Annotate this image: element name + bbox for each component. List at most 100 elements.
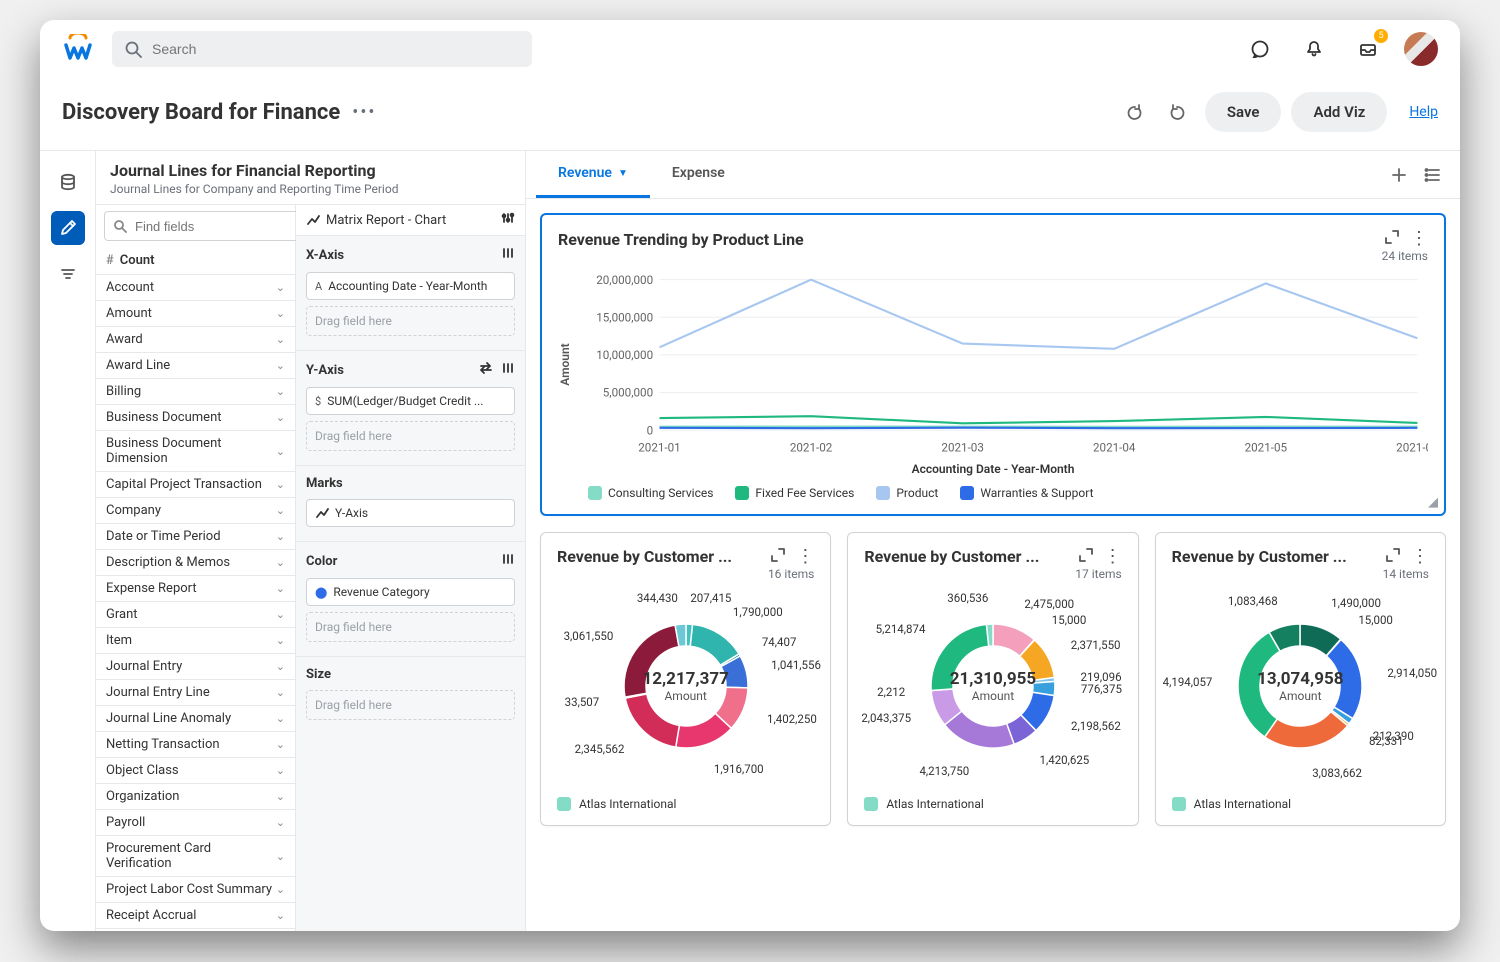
field-row[interactable]: Business Document Dimension⌄ (96, 431, 295, 472)
undo-button[interactable] (1117, 95, 1151, 129)
viz-card-donut[interactable]: Revenue by Customer ...⋮17 items21,310,9… (847, 532, 1138, 826)
yaxis-swap[interactable] (479, 361, 493, 379)
viz-title: Revenue by Customer ... (557, 547, 732, 566)
viz-type-settings[interactable] (501, 211, 515, 229)
field-row[interactable]: Journal Line Anomaly⌄ (96, 706, 295, 732)
add-viz-button[interactable]: Add Viz (1291, 92, 1387, 132)
outline-button[interactable] (1416, 158, 1450, 192)
field-row[interactable]: Journal Entry⌄ (96, 654, 295, 680)
field-row[interactable]: Payroll⌄ (96, 810, 295, 836)
legend-item[interactable]: Atlas International (864, 797, 1121, 811)
xaxis-settings[interactable] (501, 246, 515, 264)
marks-chip[interactable]: Y-Axis (306, 499, 515, 527)
user-avatar[interactable] (1404, 32, 1438, 66)
xaxis-dropzone[interactable]: Drag field here (306, 306, 515, 336)
sliders-icon (501, 361, 515, 375)
tab-expense[interactable]: Expense (650, 151, 747, 198)
caret-down-icon: ▼ (618, 168, 628, 179)
viz-type-label[interactable]: Matrix Report - Chart (326, 213, 446, 228)
page-actions-menu[interactable]: ••• (352, 102, 376, 123)
find-fields-input[interactable] (133, 218, 313, 235)
slice-label: 1,420,625 (1040, 753, 1090, 767)
expand-button[interactable] (1078, 547, 1094, 567)
notifications-button[interactable] (1296, 31, 1332, 67)
redo-button[interactable] (1161, 95, 1195, 129)
field-row[interactable]: Reference⌄ (96, 929, 295, 931)
field-row[interactable]: Grant⌄ (96, 602, 295, 628)
help-link[interactable]: Help (1409, 104, 1438, 120)
canvas-area: Revenue▼ Expense Revenue Trending by Pro… (526, 151, 1460, 931)
field-row[interactable]: Company⌄ (96, 498, 295, 524)
resize-handle-icon[interactable]: ◢ (1428, 495, 1438, 510)
conversations-button[interactable] (1242, 31, 1278, 67)
field-row[interactable]: Account⌄ (96, 275, 295, 301)
field-row[interactable]: Journal Entry Line⌄ (96, 680, 295, 706)
legend-item[interactable]: Product (876, 486, 938, 500)
field-row[interactable]: Billing⌄ (96, 379, 295, 405)
page-title: Discovery Board for Finance (62, 100, 340, 125)
field-row[interactable]: Business Document⌄ (96, 405, 295, 431)
field-row[interactable]: Amount⌄ (96, 301, 295, 327)
slice-label: 2,043,375 (861, 711, 911, 725)
item-count: 16 items (557, 567, 814, 581)
viz-menu[interactable]: ⋮ (1104, 548, 1122, 566)
slice-label: 2,212 (877, 685, 905, 699)
viz-card-line[interactable]: Revenue Trending by Product Line ⋮ 24 it… (540, 213, 1446, 516)
save-button[interactable]: Save (1205, 92, 1282, 132)
add-tab-button[interactable] (1382, 158, 1416, 192)
viz-menu[interactable]: ⋮ (1411, 548, 1429, 566)
rail-filter[interactable] (51, 257, 85, 291)
field-row[interactable]: Organization⌄ (96, 784, 295, 810)
tab-strip: Revenue▼ Expense (526, 151, 1460, 199)
expand-button[interactable] (770, 547, 786, 567)
tab-revenue[interactable]: Revenue▼ (536, 151, 650, 198)
global-search[interactable] (112, 31, 532, 67)
yaxis-chip[interactable]: $SUM(Ledger/Budget Credit ... (306, 387, 515, 415)
field-row[interactable]: Expense Report⌄ (96, 576, 295, 602)
legend-item[interactable]: Atlas International (1172, 797, 1429, 811)
color-dropzone[interactable]: Drag field here (306, 612, 515, 642)
field-row[interactable]: Netting Transaction⌄ (96, 732, 295, 758)
viz-card-donut[interactable]: Revenue by Customer ...⋮14 items13,074,9… (1155, 532, 1446, 826)
viz-menu[interactable]: ⋮ (1410, 230, 1428, 248)
field-row[interactable]: Award⌄ (96, 327, 295, 353)
global-search-input[interactable] (150, 40, 520, 58)
field-row[interactable]: Date or Time Period⌄ (96, 524, 295, 550)
yaxis-settings[interactable] (501, 361, 515, 379)
viz-card-donut[interactable]: Revenue by Customer ...⋮16 items12,217,3… (540, 532, 831, 826)
rail-datasource[interactable] (51, 165, 85, 199)
field-row[interactable]: Award Line⌄ (96, 353, 295, 379)
chevron-down-icon: ⌄ (276, 764, 285, 777)
find-fields[interactable] (104, 211, 322, 241)
chevron-down-icon: ⌄ (276, 883, 285, 896)
xaxis-chip[interactable]: AAccounting Date - Year-Month (306, 272, 515, 300)
color-chip[interactable]: ⬤Revenue Category (306, 578, 515, 606)
field-row[interactable]: Procurement Card Verification⌄ (96, 836, 295, 877)
viz-menu[interactable]: ⋮ (796, 548, 814, 566)
color-settings[interactable] (501, 552, 515, 570)
field-row[interactable]: Project Labor Cost Summary⌄ (96, 877, 295, 903)
expand-button[interactable] (1385, 547, 1401, 567)
size-dropzone[interactable]: Drag field here (306, 690, 515, 720)
legend-item[interactable]: Warranties & Support (960, 486, 1093, 500)
fields-list[interactable]: Account⌄Amount⌄Award⌄Award Line⌄Billing⌄… (96, 275, 295, 931)
legend-item[interactable]: Atlas International (557, 797, 814, 811)
field-row[interactable]: Item⌄ (96, 628, 295, 654)
expand-icon (770, 547, 786, 563)
field-row[interactable]: Receipt Accrual⌄ (96, 903, 295, 929)
legend-item[interactable]: Fixed Fee Services (735, 486, 854, 500)
field-row[interactable]: Object Class⌄ (96, 758, 295, 784)
undo-icon (1125, 103, 1143, 121)
slice-label: 1,041,556 (771, 658, 821, 672)
yaxis-dropzone[interactable]: Drag field here (306, 421, 515, 451)
count-field[interactable]: # Count (96, 247, 295, 275)
field-row[interactable]: Description & Memos⌄ (96, 550, 295, 576)
svg-text:0: 0 (647, 423, 654, 437)
inbox-button[interactable]: 5 (1350, 31, 1386, 67)
legend-item[interactable]: Consulting Services (588, 486, 713, 500)
side-rail (40, 151, 96, 931)
expand-button[interactable] (1384, 229, 1400, 249)
field-row[interactable]: Capital Project Transaction⌄ (96, 472, 295, 498)
rail-edit[interactable] (51, 211, 85, 245)
app-logo[interactable] (62, 33, 94, 65)
